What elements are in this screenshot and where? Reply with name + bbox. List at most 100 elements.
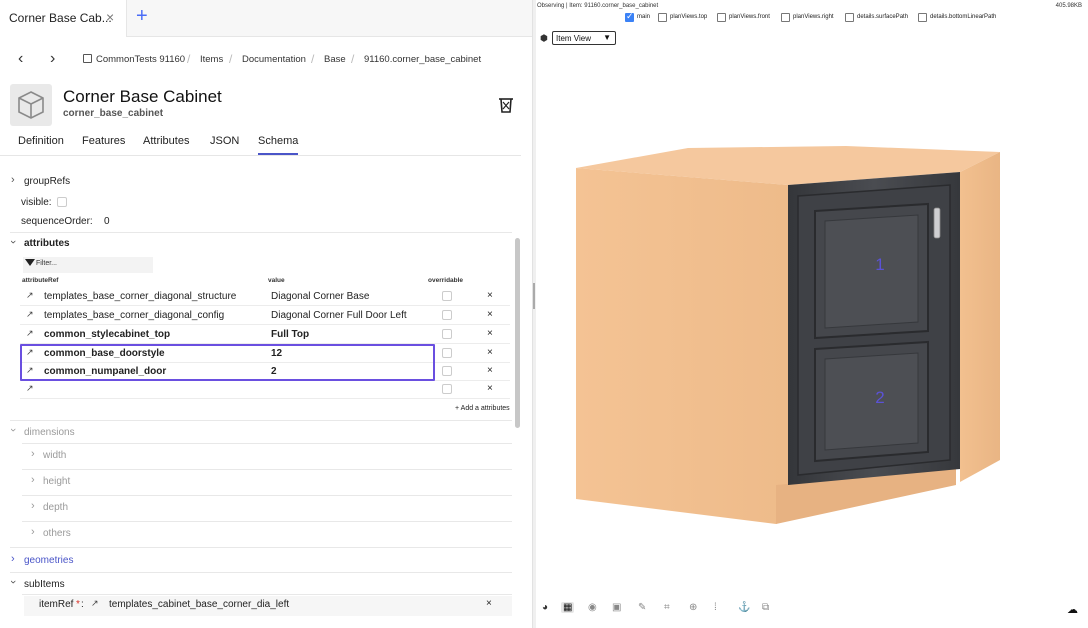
new-tab-button[interactable]: +: [136, 6, 148, 26]
highlight-box: [20, 344, 435, 381]
itemRef-colon: :: [81, 599, 84, 610]
tab-definition[interactable]: Definition: [18, 135, 64, 147]
page-title: Corner Base Cabinet: [63, 87, 222, 106]
chevron-down-icon[interactable]: ›: [7, 240, 19, 244]
visible-label: visible:: [21, 197, 52, 208]
itemRef-value[interactable]: templates_cabinet_base_corner_dia_left: [109, 599, 289, 610]
screenshot-icon[interactable]: ⧉: [762, 602, 769, 613]
tab-corner-base-cabinet[interactable]: Corner Base Cab... ×: [0, 0, 127, 37]
breadcrumb-current-item[interactable]: 91160.corner_base_cabinet: [364, 54, 481, 65]
scrollbar[interactable]: [515, 238, 520, 428]
attribute-ref[interactable]: templates_base_corner_diagonal_config: [44, 310, 224, 321]
remove-icon[interactable]: ×: [487, 383, 493, 394]
brush-icon[interactable]: ✎: [638, 602, 646, 613]
groupRefs-label[interactable]: groupRefs: [24, 176, 70, 187]
external-link-icon[interactable]: ↗: [26, 290, 34, 301]
geometries-label[interactable]: geometries: [24, 555, 73, 566]
splitter-grip[interactable]: [533, 283, 535, 309]
chevron-down-icon[interactable]: ›: [7, 580, 19, 584]
attribute-filter-input[interactable]: Filter...: [23, 257, 153, 273]
overridable-checkbox[interactable]: [442, 291, 452, 301]
tab-features[interactable]: Features: [82, 135, 125, 147]
chevron-right-icon[interactable]: ›: [31, 500, 35, 512]
attributes-label[interactable]: attributes: [24, 238, 70, 249]
sequenceOrder-label: sequenceOrder:: [21, 216, 93, 227]
attribute-value[interactable]: Full Top: [271, 329, 309, 340]
dimension-others[interactable]: others: [43, 528, 71, 539]
view-mode-value: Item View: [556, 34, 591, 43]
remove-icon[interactable]: ×: [487, 347, 493, 358]
frame-icon[interactable]: ⌗: [664, 602, 670, 613]
itemRef-label: itemRef: [39, 599, 74, 610]
checkbox[interactable]: [781, 13, 790, 22]
attribute-value[interactable]: Diagonal Corner Full Door Left: [271, 310, 407, 321]
view-label: planViews.front: [729, 14, 770, 20]
overridable-checkbox[interactable]: [442, 310, 452, 320]
overridable-checkbox[interactable]: [442, 366, 452, 376]
dimensions-label[interactable]: dimensions: [24, 427, 75, 438]
external-link-icon[interactable]: ↗: [26, 383, 34, 394]
checkbox[interactable]: [717, 13, 726, 22]
attribute-row: ↗ templates_base_corner_diagonal_config …: [20, 306, 510, 325]
breadcrumb-base[interactable]: Base: [324, 54, 346, 65]
3d-viewport[interactable]: 1 2: [536, 48, 1088, 593]
palette-icon[interactable]: ◕: [542, 602, 548, 613]
box-icon[interactable]: ▣: [612, 602, 621, 613]
checkbox[interactable]: [918, 13, 927, 22]
external-link-icon[interactable]: ↗: [26, 309, 34, 320]
attribute-value[interactable]: Diagonal Corner Base: [271, 291, 369, 302]
dots-grid-icon[interactable]: ⁞: [714, 602, 717, 613]
breadcrumb-documentation[interactable]: Documentation: [242, 54, 306, 65]
view-mode-select[interactable]: Item View ▼: [552, 31, 616, 45]
dimension-height[interactable]: height: [43, 476, 70, 487]
remove-icon[interactable]: ×: [487, 365, 493, 376]
breadcrumb-project[interactable]: CommonTests 91160: [96, 54, 185, 65]
overridable-checkbox[interactable]: [442, 329, 452, 339]
viewer-toolbar: ◕ ▦ ◉ ▣ ✎ ⌗ ⊕ ⁞ ⚓ ⧉ ☁: [536, 600, 1088, 620]
crosshair-icon[interactable]: ⊕: [689, 602, 697, 613]
checkbox[interactable]: [625, 11, 634, 22]
subItems-label[interactable]: subItems: [24, 579, 65, 590]
chevron-right-icon[interactable]: ›: [31, 474, 35, 486]
delete-bin-icon[interactable]: [497, 95, 515, 115]
remove-icon[interactable]: ×: [487, 328, 493, 339]
breadcrumb-separator: /: [229, 52, 233, 66]
chevron-right-icon[interactable]: ›: [11, 553, 15, 565]
remove-icon[interactable]: ×: [486, 598, 492, 609]
remove-icon[interactable]: ×: [487, 309, 493, 320]
compass-icon[interactable]: ◉: [588, 602, 597, 613]
remove-icon[interactable]: ×: [487, 290, 493, 301]
overridable-checkbox[interactable]: [442, 348, 452, 358]
cube-icon: ⬢: [540, 33, 548, 43]
back-arrow-icon[interactable]: ‹: [18, 50, 23, 68]
breadcrumb-items[interactable]: Items: [200, 54, 223, 65]
tab-schema[interactable]: Schema: [258, 135, 299, 155]
chevron-right-icon[interactable]: ›: [11, 174, 15, 186]
chevron-right-icon[interactable]: ›: [31, 448, 35, 460]
overridable-checkbox[interactable]: [442, 384, 452, 394]
attribute-ref[interactable]: templates_base_corner_diagonal_structure: [44, 291, 236, 302]
checkbox[interactable]: [658, 13, 667, 22]
dimension-width[interactable]: width: [43, 450, 66, 461]
dimension-depth[interactable]: depth: [43, 502, 68, 513]
divider: [22, 469, 512, 470]
add-attribute-button[interactable]: + Add a attributes: [455, 405, 510, 412]
external-link-icon[interactable]: ↗: [26, 328, 34, 339]
visible-checkbox[interactable]: [57, 197, 67, 207]
chevron-right-icon[interactable]: ›: [31, 526, 35, 538]
tab-label: Corner Base Cab...: [9, 11, 112, 25]
tab-attributes[interactable]: Attributes: [143, 135, 189, 147]
attribute-ref[interactable]: common_stylecabinet_top: [44, 329, 170, 340]
cloud-upload-icon[interactable]: ☁: [1067, 603, 1078, 616]
grid-icon[interactable]: ▦: [561, 602, 575, 613]
checkbox[interactable]: [845, 13, 854, 22]
chevron-down-icon[interactable]: ›: [7, 428, 19, 432]
divider: [22, 594, 512, 595]
external-link-icon[interactable]: ↗: [91, 598, 99, 609]
anchor-icon[interactable]: ⚓: [738, 602, 750, 613]
breadcrumb-separator: /: [351, 52, 355, 66]
forward-arrow-icon[interactable]: ›: [50, 50, 55, 68]
close-icon[interactable]: ×: [106, 9, 114, 25]
tab-json[interactable]: JSON: [210, 135, 239, 147]
sequenceOrder-value[interactable]: 0: [104, 216, 110, 227]
